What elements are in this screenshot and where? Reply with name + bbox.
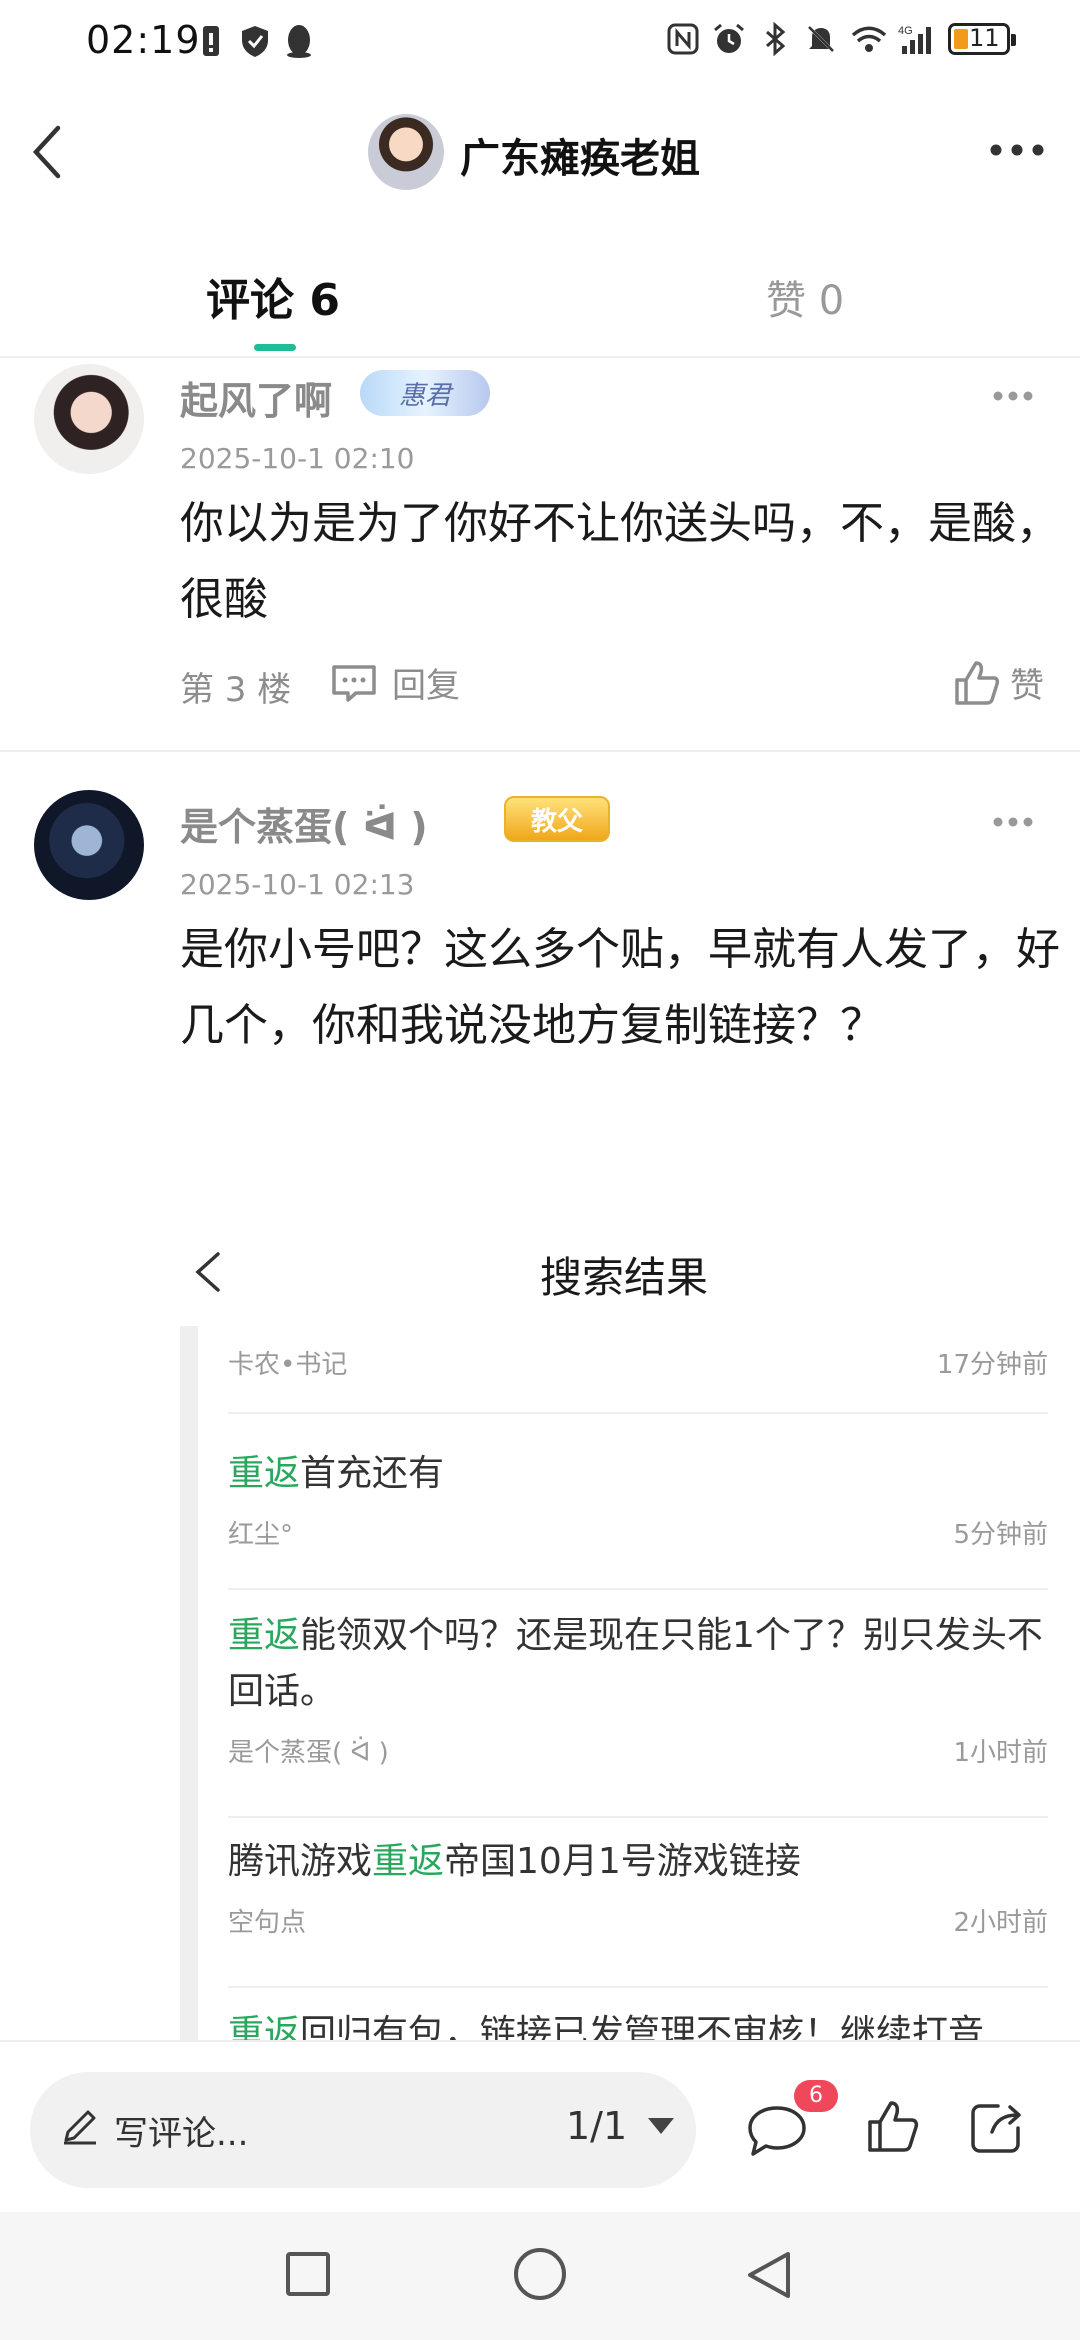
author-avatar[interactable] (368, 114, 444, 190)
comment-item: 起风了啊 惠君 2025-10-1 02:10 你以为是为了你好不让你送头吗，不… (0, 360, 1080, 750)
pencil-icon (64, 2110, 96, 2145)
comment-time: 2025-10-1 02:10 (180, 442, 415, 475)
status-time: 02:19 (86, 18, 201, 62)
comment-item: 是个蒸蛋( ᐛ ) 教父 2025-10-1 02:13 是你小号吧？这么多个贴… (0, 786, 1080, 1186)
thumbs-up-icon (955, 660, 1000, 705)
embedded-title: 搜索结果 (540, 1253, 709, 1302)
result-title: 重返能领双个吗？还是现在只能1个了？别只发头不回话。 (228, 1615, 1043, 1712)
result-author: 是个蒸蛋( ᐛ ) (228, 1738, 389, 1768)
system-nav-bar (0, 2212, 1080, 2340)
notification-icon (196, 24, 226, 58)
result-title: 重返回归有包，链接已发管理不审核！继续打音 (228, 2013, 985, 2040)
tab-bar: 评论 6 赞 0 (0, 250, 1080, 358)
result-title: 重返首充还有 (228, 1453, 445, 1494)
floor-number: 第 3 楼 (180, 670, 292, 710)
caret-down-icon[interactable] (648, 2118, 674, 2134)
user-badge: 教父 (504, 796, 610, 842)
comment-text: 是你小号吧？这么多个贴，早就有人发了，好几个，你和我说没地方复制链接？？ (180, 924, 1060, 1051)
alarm-icon (712, 22, 746, 56)
search-result-item: 重返能领双个吗？还是现在只能1个了？别只发头不回话。 是个蒸蛋( ᐛ ) 1小时… (228, 1592, 1048, 1818)
status-bar: 02:19 4G 11 (0, 0, 1080, 84)
comment-icon (748, 2106, 806, 2156)
search-result-item: 卡农•书记 17分钟前 (228, 1334, 1048, 1414)
tab-comments[interactable]: 评论 6 (206, 264, 340, 328)
back-button[interactable] (24, 110, 94, 190)
embedded-side-bar (180, 1326, 198, 2040)
comment-count-badge: 6 (794, 2080, 838, 2112)
battery-level: 11 (969, 24, 1000, 52)
header: 广东瘫痪老姐 (0, 96, 1080, 206)
comment-count-button[interactable] (746, 2104, 808, 2158)
result-time: 2小时前 (953, 1908, 1048, 1938)
reply-icon (332, 664, 376, 702)
shield-icon (240, 24, 270, 58)
comment-more-button[interactable] (988, 386, 1038, 406)
like-post-button[interactable] (866, 2100, 920, 2154)
result-author: 卡农•书记 (228, 1350, 348, 1380)
result-author: 空句点 (228, 1908, 307, 1938)
like-label: 赞 (1010, 666, 1044, 706)
system-back-button[interactable] (744, 2248, 794, 2302)
more-dots-icon (993, 817, 1033, 827)
search-result-item: 腾讯游戏重返帝国10月1号游戏链接 空句点 2小时前 (228, 1818, 1048, 1988)
recent-apps-button[interactable] (286, 2252, 330, 2296)
commenter-name[interactable]: 是个蒸蛋( ᐛ ) (180, 796, 428, 851)
wifi-icon (850, 22, 887, 56)
status-system-icons: 4G 11 (666, 21, 1016, 57)
result-time: 1小时前 (953, 1738, 1048, 1768)
share-icon (971, 2104, 1021, 2153)
comment-time: 2025-10-1 02:13 (180, 868, 415, 901)
commenter-avatar[interactable] (34, 364, 144, 474)
search-result-item: 重返回归有包，链接已发管理不审核！继续打音 (228, 1990, 1048, 2040)
write-comment-input[interactable]: 写评论... 1/1 (30, 2072, 696, 2188)
commenter-name[interactable]: 起风了啊 (180, 370, 332, 425)
bottom-action-bar: 写评论... 1/1 6 (0, 2040, 1080, 2212)
comment-image[interactable]: 搜索结果 卡农•书记 17分钟前 重返首充还有 红尘° 5分钟前 重返能领双个吗… (180, 1200, 1060, 2040)
result-title: 腾讯游戏重返帝国10月1号游戏链接 (228, 1841, 801, 1882)
nfc-icon (666, 22, 700, 56)
thumbs-up-icon (868, 2101, 919, 2152)
comment-text: 你以为是为了你好不让你送头吗，不，是酸，很酸 (180, 498, 1060, 625)
share-button[interactable] (968, 2100, 1024, 2156)
svg-text:4G: 4G (898, 25, 913, 37)
more-dots-icon (993, 391, 1033, 401)
commenter-avatar[interactable] (34, 790, 144, 900)
triangle-back-icon (748, 2252, 790, 2298)
chevron-left-icon (32, 125, 61, 179)
bluetooth-icon (758, 21, 792, 57)
write-comment-placeholder: 写评论... (114, 2114, 249, 2154)
signal-icon: 4G (896, 22, 931, 56)
penguin-icon (284, 24, 314, 58)
search-result-item: 重返首充还有 红尘° 5分钟前 (228, 1430, 1048, 1590)
reply-button[interactable]: 回复 (330, 658, 460, 707)
comment-more-button[interactable] (988, 812, 1038, 832)
page-indicator[interactable]: 1/1 (566, 2104, 627, 2148)
more-options-button[interactable] (982, 130, 1052, 170)
result-time: 17分钟前 (936, 1350, 1048, 1380)
status-notification-icons (196, 24, 314, 58)
mute-icon (804, 22, 838, 56)
result-author: 红尘° (228, 1520, 294, 1550)
tab-indicator (254, 344, 296, 351)
result-time: 5分钟前 (953, 1520, 1048, 1550)
home-button[interactable] (514, 2248, 566, 2300)
divider (0, 750, 1080, 752)
reply-label: 回复 (392, 666, 460, 706)
embedded-back-icon (188, 1242, 228, 1302)
page-title[interactable]: 广东瘫痪老姐 (460, 126, 700, 184)
user-badge: 惠君 (360, 370, 490, 416)
tab-likes[interactable]: 赞 0 (766, 268, 844, 326)
battery-icon: 11 (948, 23, 1016, 55)
like-button[interactable]: 赞 (954, 658, 1044, 707)
more-dots-icon (990, 144, 1044, 156)
